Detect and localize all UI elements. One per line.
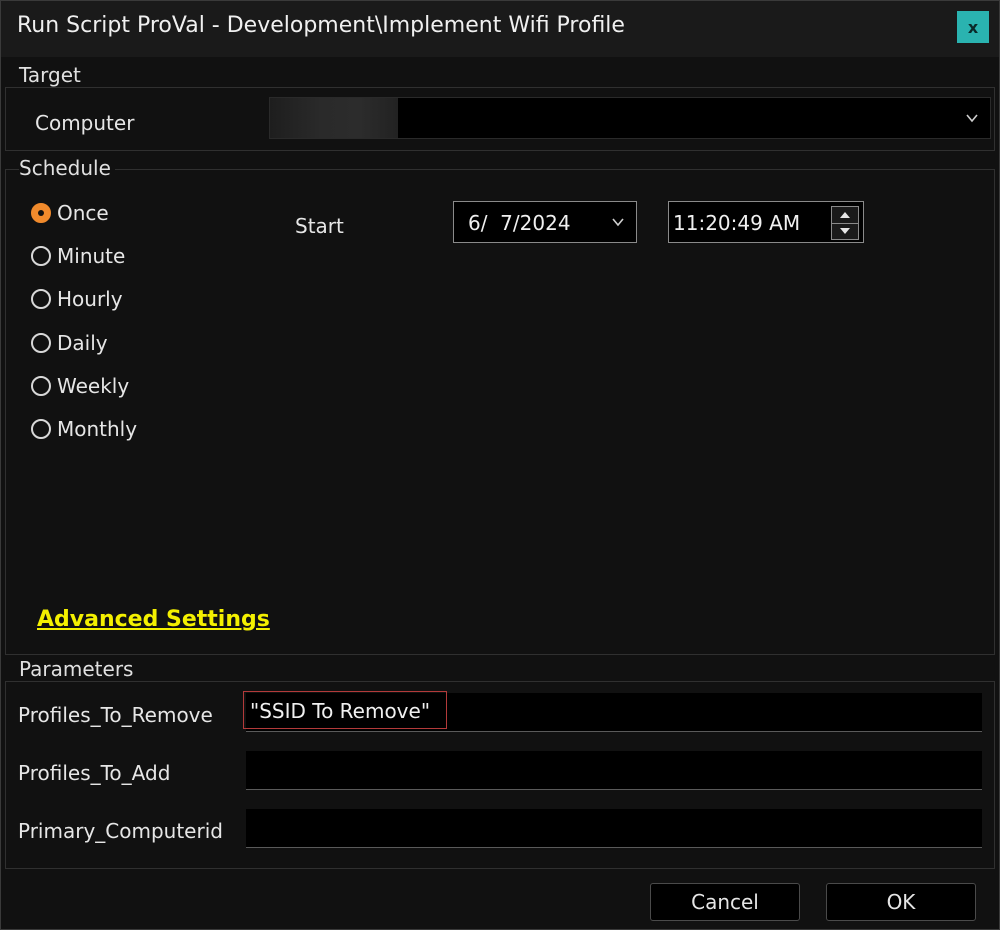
radio-hourly-label: Hourly <box>57 287 123 311</box>
start-time-value: 11:20:49 AM <box>673 211 801 235</box>
radio-minute-indicator[interactable] <box>31 246 51 266</box>
radio-once-indicator[interactable] <box>31 203 51 223</box>
radio-hourly-indicator[interactable] <box>31 289 51 309</box>
radio-hourly[interactable]: Hourly <box>31 287 123 311</box>
run-script-dialog: Run Script ProVal - Development\Implemen… <box>0 0 1000 930</box>
start-time-picker[interactable]: 11:20:49 AM <box>668 201 864 243</box>
radio-daily[interactable]: Daily <box>31 331 108 355</box>
radio-minute[interactable]: Minute <box>31 244 125 268</box>
profiles-to-remove-value[interactable]: "SSID To Remove" <box>243 691 447 729</box>
chevron-down-icon[interactable] <box>966 112 978 124</box>
radio-daily-label: Daily <box>57 331 108 355</box>
start-label: Start <box>295 214 344 238</box>
profiles-to-remove-label: Profiles_To_Remove <box>18 703 213 727</box>
close-icon: x <box>967 17 979 37</box>
target-group-label: Target <box>19 63 85 87</box>
radio-monthly[interactable]: Monthly <box>31 417 137 441</box>
radio-monthly-indicator[interactable] <box>31 419 51 439</box>
radio-weekly-indicator[interactable] <box>31 376 51 396</box>
schedule-group-label: Schedule <box>19 156 115 180</box>
redacted-computer-name <box>270 98 398 138</box>
spinner-icon[interactable] <box>831 206 859 240</box>
chevron-down-icon[interactable] <box>612 216 624 228</box>
radio-monthly-label: Monthly <box>57 417 138 441</box>
title-bar[interactable]: Run Script ProVal - Development\Implemen… <box>1 1 999 57</box>
caret-up-icon <box>840 212 850 218</box>
computer-dropdown[interactable] <box>269 97 991 139</box>
profiles-to-add-label: Profiles_To_Add <box>18 761 171 785</box>
close-button[interactable]: x <box>957 11 989 43</box>
computer-label: Computer <box>35 111 135 135</box>
start-date-value: 6/ 7/2024 <box>468 211 571 235</box>
spin-down-button[interactable] <box>832 223 858 239</box>
advanced-settings-link[interactable]: Advanced Settings <box>37 607 270 632</box>
radio-daily-indicator[interactable] <box>31 333 51 353</box>
profiles-to-add-input[interactable] <box>246 751 982 790</box>
radio-weekly[interactable]: Weekly <box>31 374 129 398</box>
profiles-to-remove-input[interactable]: "SSID To Remove" <box>243 691 982 732</box>
cancel-button[interactable]: Cancel <box>650 883 800 921</box>
parameters-group-label: Parameters <box>19 657 138 681</box>
radio-weekly-label: Weekly <box>57 374 130 398</box>
radio-minute-label: Minute <box>57 244 126 268</box>
window-title: Run Script ProVal - Development\Implemen… <box>17 13 625 38</box>
start-date-picker[interactable]: 6/ 7/2024 <box>453 201 637 243</box>
radio-once-label: Once <box>57 201 109 225</box>
ok-button[interactable]: OK <box>826 883 976 921</box>
spin-up-button[interactable] <box>832 207 858 224</box>
caret-down-icon <box>840 228 850 234</box>
primary-computerid-input[interactable] <box>246 809 982 848</box>
radio-once[interactable]: Once <box>31 201 109 225</box>
primary-computerid-label: Primary_Computerid <box>18 819 223 843</box>
